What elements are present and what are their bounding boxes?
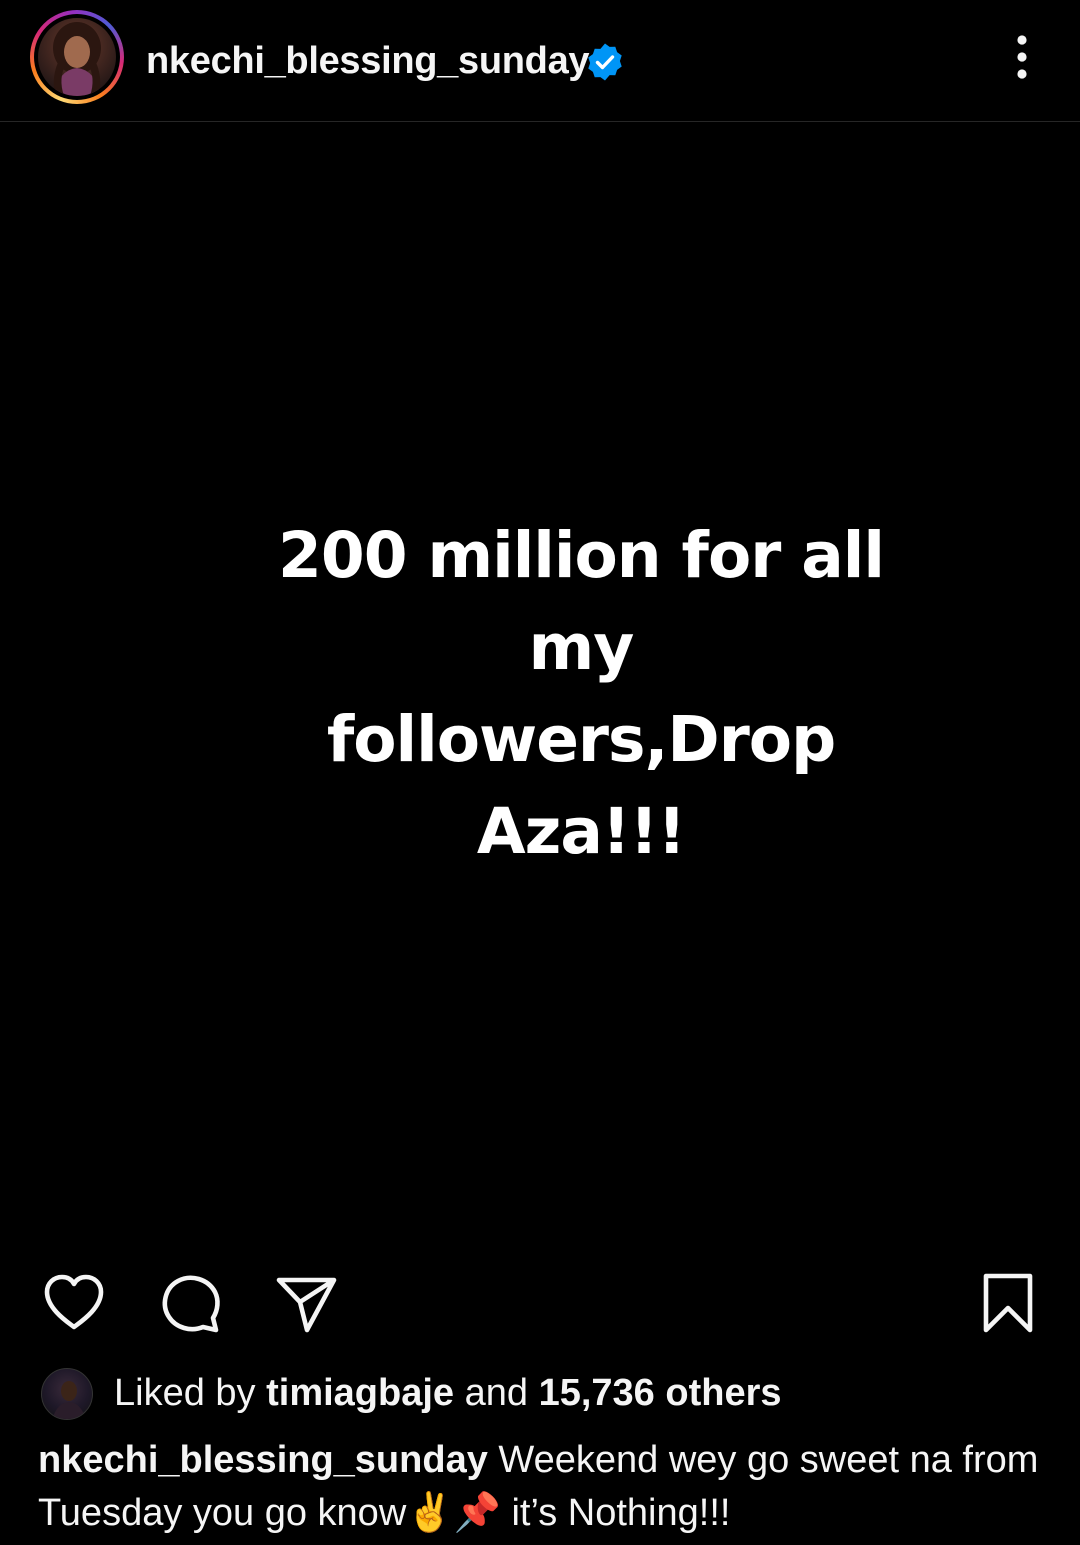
caption-suffix: it’s Nothing!!! xyxy=(511,1492,731,1534)
more-vertical-icon[interactable] xyxy=(1002,32,1042,84)
author-avatar[interactable] xyxy=(30,10,124,104)
comment-icon[interactable] xyxy=(158,1270,224,1336)
post-image-text-line1: 200 million for all my xyxy=(278,519,885,684)
verified-badge-icon xyxy=(588,43,622,81)
likes-prefix: Liked by xyxy=(114,1372,256,1414)
send-icon[interactable] xyxy=(274,1270,340,1336)
author-avatar-image xyxy=(38,18,116,96)
author-username[interactable]: nkechi_blessing_sunday xyxy=(146,38,590,84)
post-image-text: 200 million for all my followers,Drop Az… xyxy=(225,510,937,878)
liker-avatar[interactable] xyxy=(41,1368,93,1420)
likes-others-count[interactable]: 15,736 others xyxy=(539,1372,782,1414)
caption-emoji: ✌️📌 xyxy=(406,1490,501,1534)
post-image-text-line2: followers,Drop Aza!!! xyxy=(326,703,836,868)
likes-joiner: and xyxy=(464,1372,529,1414)
caption-username[interactable]: nkechi_blessing_sunday xyxy=(38,1439,488,1481)
post-header: nkechi_blessing_sunday xyxy=(0,0,1080,122)
bookmark-icon[interactable] xyxy=(975,1270,1041,1336)
liker-username[interactable]: timiagbaje xyxy=(266,1372,454,1414)
heart-icon[interactable] xyxy=(41,1270,107,1336)
post-caption: nkechi_blessing_sunday Weekend wey go sw… xyxy=(38,1434,1048,1539)
likes-summary[interactable]: Liked by timiagbaje and 15,736 others xyxy=(114,1370,782,1416)
